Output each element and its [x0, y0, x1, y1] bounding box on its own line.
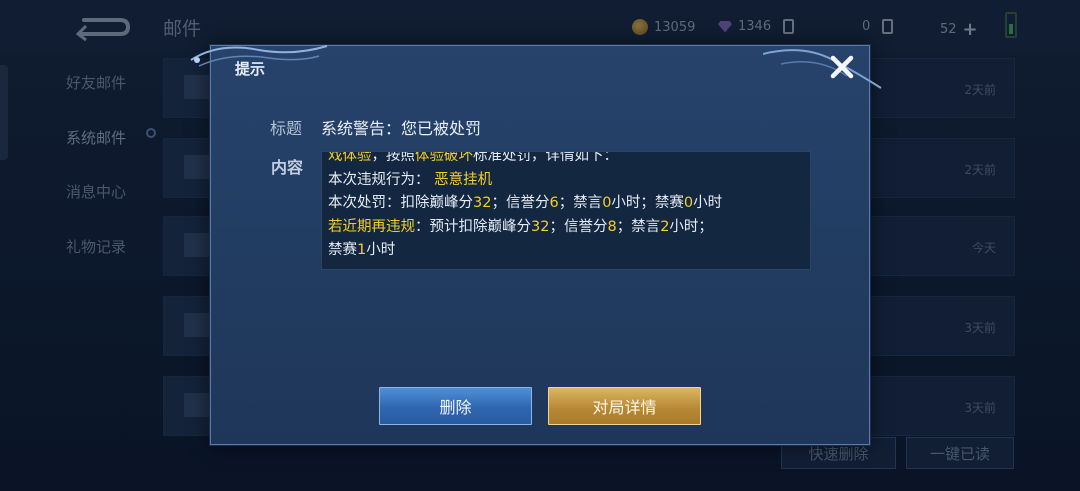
flourish-right-ornament [763, 49, 882, 89]
content-scroll-area[interactable]: 戏体验，按照体验破坏标准处罚，详情如下： 本次违规行为： 恶意挂机 本次处罚：扣… [321, 151, 811, 270]
next-peak-points: 32 [531, 218, 550, 235]
content-fragment: 若近期再违规 [328, 218, 415, 235]
content-text: 戏体验，按照体验破坏标准处罚，详情如下： 本次违规行为： 恶意挂机 本次处罚：扣… [328, 151, 806, 263]
dialog-title: 提示 [235, 60, 266, 78]
subject-value: 系统警告：您已被处罚 [321, 119, 482, 138]
close-icon [830, 55, 854, 79]
content-line: 本次违规行为： 恶意挂机 [328, 169, 806, 193]
content-fragment: 戏体验 [328, 151, 372, 164]
content-fragment: 小时； [669, 218, 713, 235]
content-fragment: 小时 [366, 242, 396, 258]
content-line: 若近期再违规：预计扣除巅峰分32；信誉分8；禁言2小时； [328, 216, 806, 240]
content-fragment: 标准处罚，详情如下： [473, 151, 618, 164]
violation-type: 恶意挂机 [434, 171, 493, 188]
content-fragment: ；禁言 [558, 195, 603, 211]
next-credit-points: 8 [607, 218, 617, 235]
subject-label: 标题 [270, 119, 303, 138]
content-fragment: 禁赛 [328, 242, 357, 258]
content-fragment: 本次违规行为： [328, 171, 430, 188]
content-fragment: 体验破坏 [415, 151, 473, 164]
notice-dialog: 提示 标题 系统警告：您已被处罚 内容 戏体验，按照体验破坏标准处罚，详情如下：… [190, 45, 882, 445]
match-details-button[interactable]: 对局详情 [548, 387, 701, 425]
delete-button[interactable]: 删除 [379, 387, 532, 425]
content-label: 内容 [271, 158, 304, 177]
peak-points-deducted: 32 [473, 195, 492, 211]
content-fragment: ：预计扣除巅峰分 [415, 218, 531, 235]
ban-hours: 0 [683, 195, 694, 211]
content-fragment: ，按照 [371, 151, 416, 164]
content-fragment: ；信誉分 [549, 218, 608, 235]
content-fragment: 小时；禁赛 [611, 195, 684, 211]
content-line: 本次处罚：扣除巅峰分32；信誉分6；禁言0小时；禁赛0小时 [328, 192, 806, 216]
content-fragment: 本次处罚：扣除巅峰分 [328, 195, 473, 211]
content-fragment: ；禁言 [616, 218, 661, 235]
content-fragment: 小时 [693, 195, 723, 211]
close-button[interactable] [827, 52, 857, 82]
credit-points-deducted: 6 [549, 195, 559, 211]
next-ban-hours: 1 [357, 242, 367, 258]
content-line: 禁赛1小时 [328, 239, 806, 263]
content-fragment: ；信誉分 [491, 195, 550, 211]
content-line: 戏体验，按照体验破坏标准处罚，详情如下： [328, 151, 806, 169]
